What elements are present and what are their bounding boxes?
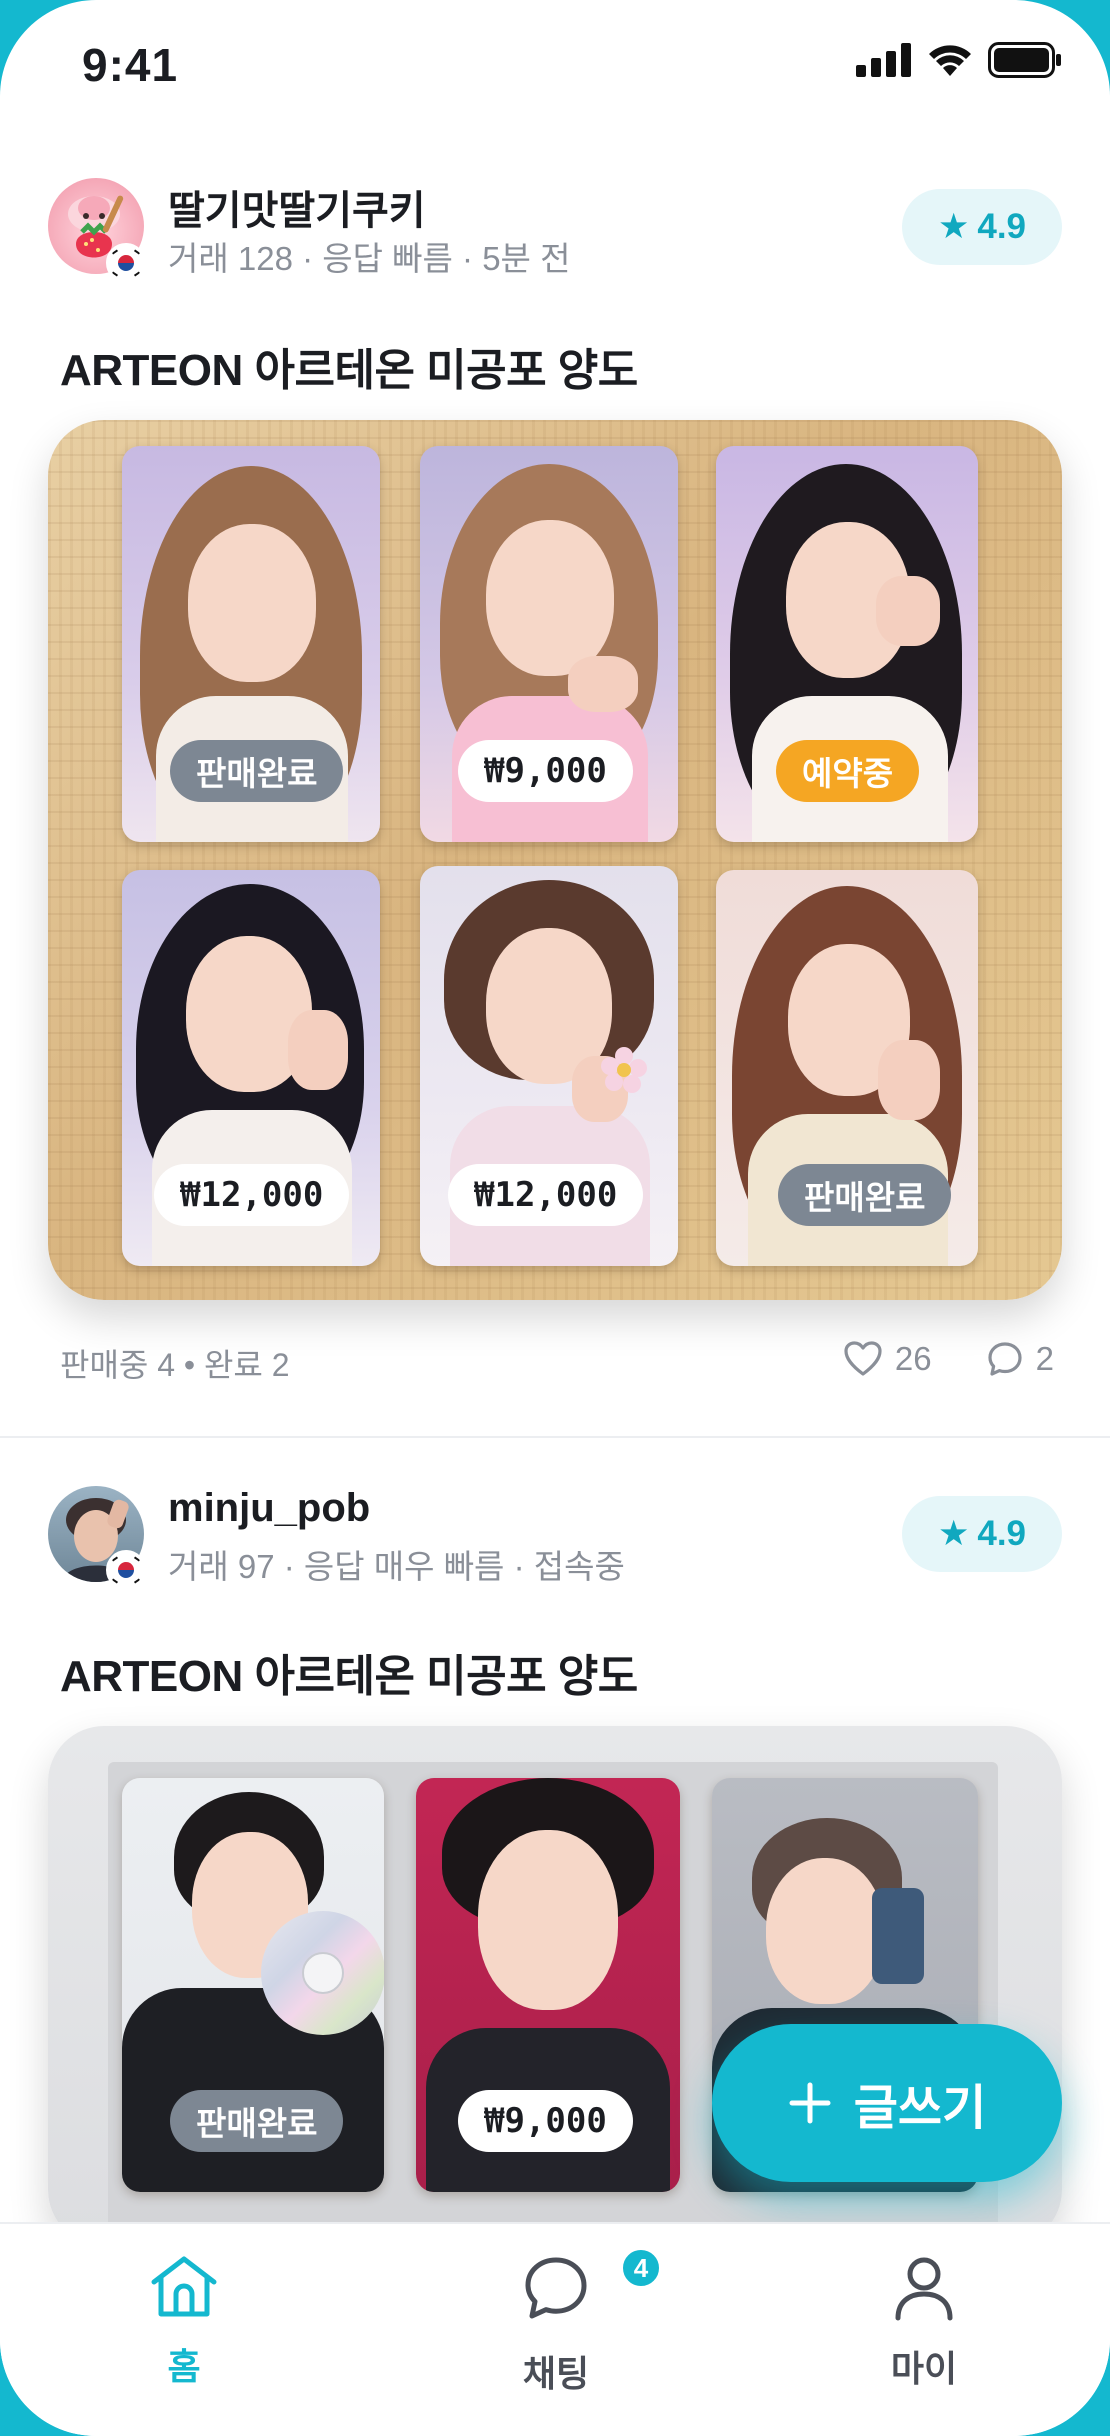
rating-badge: ★ 4.9 [902, 1496, 1062, 1572]
write-post-button[interactable]: 글쓰기 [712, 2024, 1062, 2182]
home-icon [151, 2256, 217, 2317]
photocard-status-tag: 판매완료 [170, 740, 344, 802]
post-photo[interactable]: 판매완료 ₩9,000 예약중 ₩12,000 ₩12,000 판매완료 [48, 420, 1062, 1300]
cellular-signal-icon [856, 43, 911, 77]
photocard-price-tag: ₩9,000 [458, 740, 633, 802]
photocard-status-tag: 판매완료 [778, 1164, 952, 1226]
seller-meta: 거래 97 · 응답 매우 빠름 · 접속중 [168, 1548, 625, 1585]
wifi-icon [929, 45, 971, 76]
photocard-price-tag: ₩12,000 [448, 1164, 644, 1226]
seller-name[interactable]: 딸기맛딸기쿠키 [168, 178, 426, 236]
rating-value: 4.9 [977, 1514, 1027, 1553]
tab-my[interactable]: 마이 [834, 2254, 1014, 2392]
post-title[interactable]: ARTEON 아르테온 미공포 양도 [60, 334, 638, 398]
status-icons [856, 42, 1062, 78]
battery-icon [988, 42, 1061, 78]
cd-disc-image [261, 1911, 384, 2035]
star-icon: ★ [937, 207, 970, 246]
star-icon: ★ [937, 1514, 970, 1553]
chat-unread-badge: 4 [619, 2246, 663, 2290]
tab-my-label: 마이 [890, 2348, 958, 2389]
chat-icon [525, 2257, 587, 2319]
status-bar: 9:41 [0, 0, 1110, 140]
post-reactions: 26 2 [843, 1340, 1054, 1378]
phone-screen: 9:41 딸기맛딸기쿠키 거래 128 · 응답 빠름 · 5분 전 ★ 4.9… [0, 0, 1110, 2436]
tab-chat[interactable]: 4 채팅 [466, 2246, 663, 2397]
status-time: 9:41 [82, 39, 179, 91]
tab-home-label: 홈 [167, 2346, 201, 2387]
korea-flag-icon [106, 1550, 146, 1590]
comment-icon[interactable] [986, 1340, 1024, 1378]
profile-icon [895, 2257, 953, 2321]
plus-icon [789, 2082, 831, 2124]
post-divider [0, 1436, 1110, 1438]
photocard-status-tag: 판매완료 [170, 2090, 344, 2152]
listing-stats: 판매중 4 • 완료 2 [60, 1347, 290, 1383]
comment-count: 2 [1035, 1340, 1054, 1377]
like-count: 26 [894, 1340, 932, 1377]
write-post-label: 글쓰기 [853, 2082, 987, 2135]
korea-flag-icon [106, 243, 146, 283]
tab-chat-label: 채팅 [522, 2353, 590, 2394]
tab-home[interactable]: 홈 [94, 2254, 274, 2390]
post-title[interactable]: ARTEON 아르테온 미공포 양도 [60, 1640, 638, 1704]
photocard-status-tag: 예약중 [776, 740, 920, 802]
flower-image [601, 1047, 647, 1093]
seller-meta: 거래 128 · 응답 빠름 · 5분 전 [168, 240, 571, 277]
bottom-tab-bar: 홈 4 채팅 마이 [0, 2222, 1110, 2436]
photocard-price-tag: ₩9,000 [458, 2090, 633, 2152]
heart-icon[interactable] [843, 1340, 883, 1378]
photocard-price-tag: ₩12,000 [154, 1164, 350, 1226]
rating-badge: ★ 4.9 [902, 189, 1062, 265]
seller-name[interactable]: minju_pob [168, 1486, 370, 1531]
rating-value: 4.9 [977, 207, 1027, 246]
